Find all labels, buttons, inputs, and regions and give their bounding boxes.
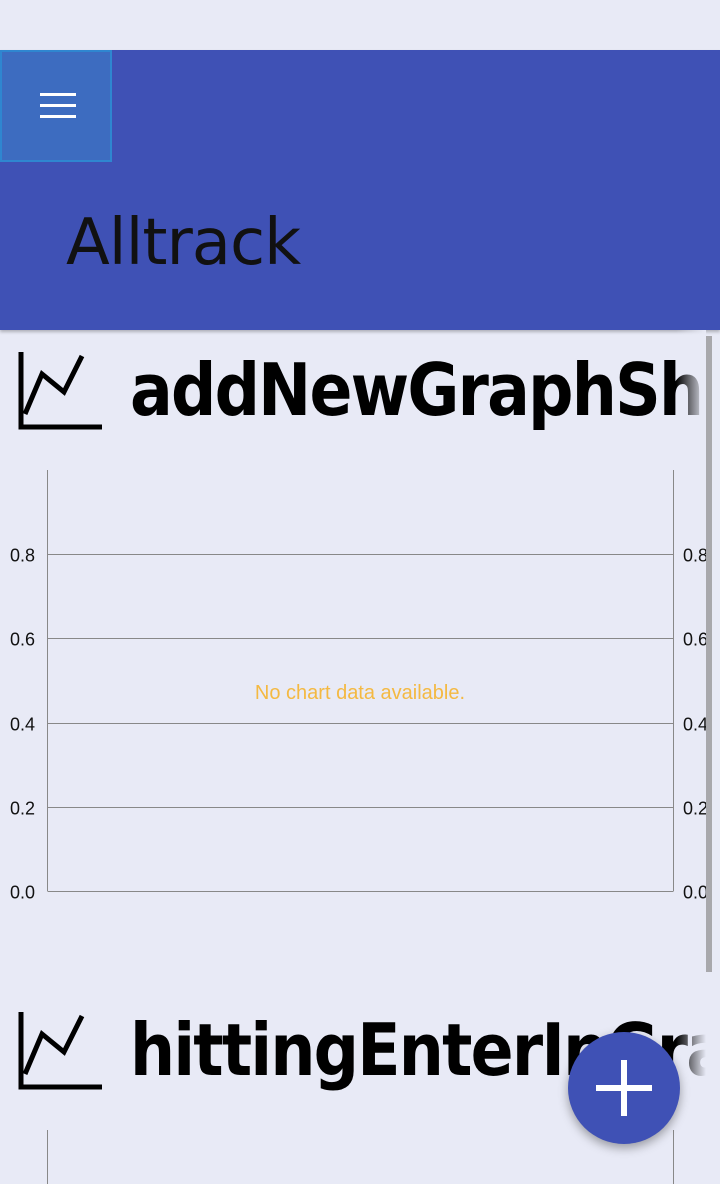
y-tick-label-right: 0.6 — [683, 630, 708, 650]
app-title: Alltrack — [66, 206, 301, 280]
graph-header[interactable]: addNewGraphSh — [0, 330, 706, 440]
graph-title: addNewGraphSh — [130, 348, 704, 432]
y-tick-label-left: 0.0 — [10, 883, 35, 903]
scrollbar[interactable] — [706, 336, 712, 972]
y-tick-label-right: 0.8 — [683, 546, 708, 566]
empty-chart-message: No chart data available. — [255, 682, 465, 704]
y-tick-label-left: 0.4 — [10, 715, 35, 735]
y-tick-label-right: 0.0 — [683, 883, 708, 903]
y-tick-label-right: 0.2 — [683, 799, 708, 819]
y-tick-label-left: 0.2 — [10, 799, 35, 819]
chart-axis-left — [47, 1130, 48, 1184]
line-chart-icon — [18, 1012, 102, 1090]
chart: 0.0 0.2 0.4 0.6 0.8 0.0 0.2 0.4 0.6 0.8 No chart d… — [10, 470, 708, 903]
y-tick-label-left: 0.8 — [10, 546, 35, 566]
app-bar: Alltrack — [0, 50, 720, 330]
line-chart-icon — [18, 352, 102, 430]
chart-axis-right — [673, 1130, 674, 1184]
menu-button[interactable] — [0, 50, 112, 162]
y-tick-label-left: 0.6 — [10, 630, 35, 650]
status-bar — [0, 0, 720, 50]
add-graph-button[interactable] — [568, 1032, 680, 1144]
y-tick-label-right: 0.4 — [683, 715, 708, 735]
